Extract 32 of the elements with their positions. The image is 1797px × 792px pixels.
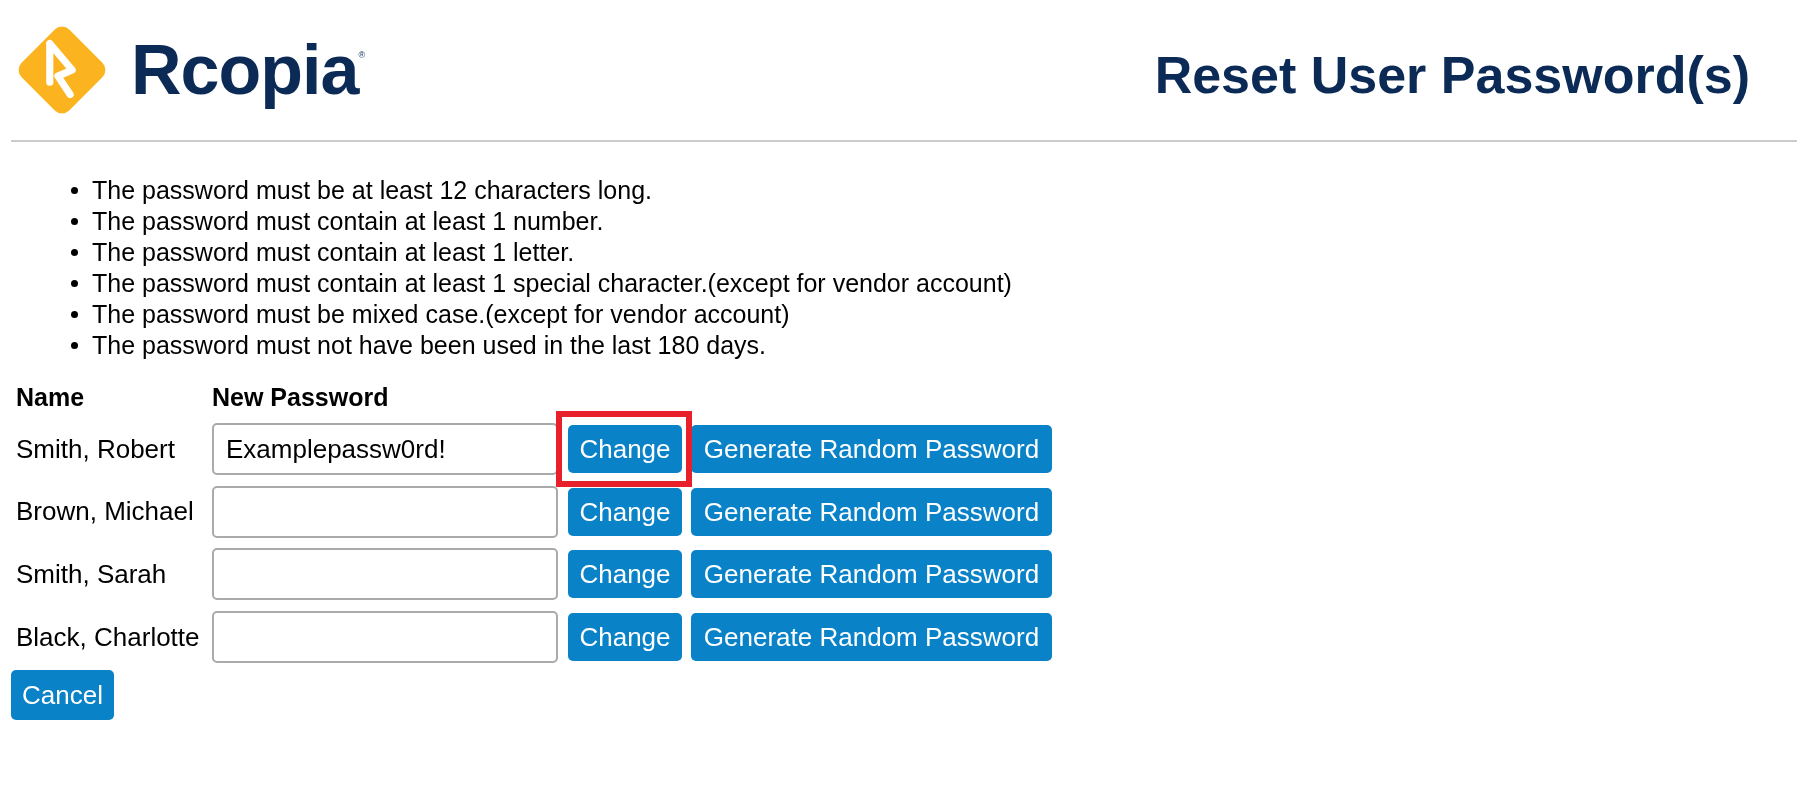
rule-text: The password must not have been used in the last 180 days. (92, 333, 767, 358)
password-field[interactable] (212, 548, 558, 601)
change-button[interactable]: Change (568, 613, 682, 662)
bullet-icon (71, 249, 78, 256)
generate-password-button[interactable]: Generate Random Password (691, 487, 1052, 536)
user-name: Brown, Michael (16, 496, 194, 527)
rule-text: The password must be at least 12 characters long. (92, 178, 652, 203)
rule-text: The password must contain at least 1 special character.(except for vendor account) (92, 271, 1012, 296)
generate-password-button[interactable]: Generate Random Password (691, 550, 1052, 599)
change-button[interactable]: Change (568, 425, 682, 473)
user-name: Black, Charlotte (16, 621, 200, 652)
rule-text: The password must be mixed case.(except for vendor account) (92, 302, 790, 327)
rule-text: The password must contain at least 1 number. (92, 209, 604, 234)
bullet-icon (71, 280, 78, 287)
cancel-button[interactable]: Cancel (11, 670, 114, 721)
bullet-icon (71, 342, 78, 349)
registered-mark: ® (358, 50, 366, 60)
change-button[interactable]: Change (568, 487, 682, 536)
bullet-icon (71, 311, 78, 318)
password-field[interactable] (212, 485, 558, 538)
change-button[interactable]: Change (568, 550, 682, 599)
user-name: Smith, Robert (16, 433, 175, 464)
bullet-icon (71, 218, 78, 225)
column-header: Name (16, 383, 85, 412)
column-header: New Password (212, 383, 389, 412)
password-field[interactable]: Examplepassw0rd! (212, 423, 558, 475)
bullet-icon (71, 187, 78, 194)
password-field[interactable] (212, 611, 558, 664)
generate-password-button[interactable]: Generate Random Password (691, 613, 1052, 662)
user-name: Smith, Sarah (16, 558, 167, 589)
rule-text: The password must contain at least 1 letter. (92, 240, 575, 265)
generate-password-button[interactable]: Generate Random Password (691, 425, 1052, 473)
